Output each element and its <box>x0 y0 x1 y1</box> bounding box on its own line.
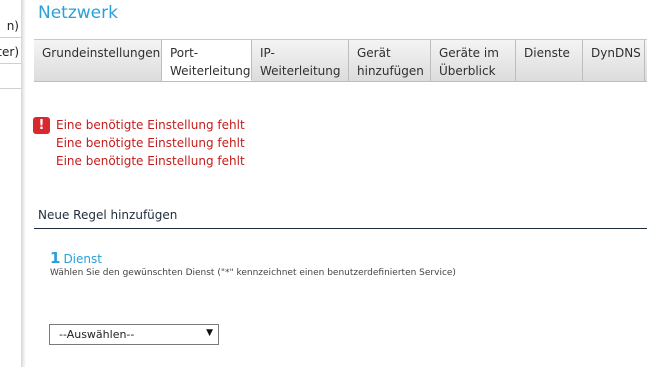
step-number: 1 <box>50 249 61 267</box>
tab-dienste[interactable]: Dienste <box>516 39 583 81</box>
dropdown-arrow-icon: ▼ <box>206 328 213 338</box>
sidebar-divider <box>0 37 21 38</box>
tab-label-line1: Geräte im <box>439 46 499 60</box>
sidebar-shadow <box>22 0 26 367</box>
tab-bar: Grundeinstellungen Port- Weiterleitung I… <box>34 39 647 81</box>
step-description: Wählen Sie den gewünschten Dienst ("*" k… <box>50 268 456 278</box>
tab-label-line1: IP- <box>260 46 275 60</box>
tab-label-line1: Port- <box>170 46 199 60</box>
tab-grundeinstellungen[interactable]: Grundeinstellungen <box>34 39 162 81</box>
tab-label-line2: hinzufügen <box>357 64 424 78</box>
tab-label-line2: Weiterleitung <box>170 64 251 78</box>
tab-dyndns[interactable]: DynDNS <box>583 39 645 81</box>
service-select-value: --Auswählen-- <box>59 328 135 341</box>
error-message: Eine benötigte Einstellung fehlt <box>56 118 245 132</box>
tab-geraete-im-ueberblick[interactable]: Geräte im Überblick <box>431 39 516 81</box>
step-heading: 1 Dienst <box>50 248 102 267</box>
step-label: Dienst <box>63 252 102 266</box>
error-message: Eine benötigte Einstellung fehlt <box>56 136 245 150</box>
sidebar-item[interactable]: n) <box>7 19 19 33</box>
tab-label-line1: Gerät <box>357 46 391 60</box>
sidebar-item[interactable]: ter) <box>0 45 19 59</box>
sidebar-divider <box>0 63 21 64</box>
tab-geraet-hinzufuegen[interactable]: Gerät hinzufügen <box>349 39 431 81</box>
left-sidebar: n) ter) <box>0 0 22 367</box>
page-title: Netzwerk <box>38 3 118 23</box>
sidebar-divider <box>0 88 21 89</box>
tab-port-weiterleitung[interactable]: Port- Weiterleitung <box>162 39 252 81</box>
tab-label-line2: Überblick <box>439 64 496 78</box>
tab-label-line1: Grundeinstellungen <box>42 46 161 60</box>
error-message: Eine benötigte Einstellung fehlt <box>56 154 245 168</box>
tab-ip-weiterleitung[interactable]: IP- Weiterleitung <box>252 39 349 81</box>
tab-bar-baseline <box>34 81 647 82</box>
service-select[interactable]: --Auswählen-- ▼ <box>49 324 219 345</box>
exclamation-icon: ! <box>33 117 50 134</box>
section-divider <box>34 228 647 229</box>
tab-label-line2: Weiterleitung <box>260 64 341 78</box>
tab-label-line1: Dienste <box>524 46 570 60</box>
section-title: Neue Regel hinzufügen <box>38 208 178 222</box>
tab-label-line1: DynDNS <box>591 46 641 60</box>
